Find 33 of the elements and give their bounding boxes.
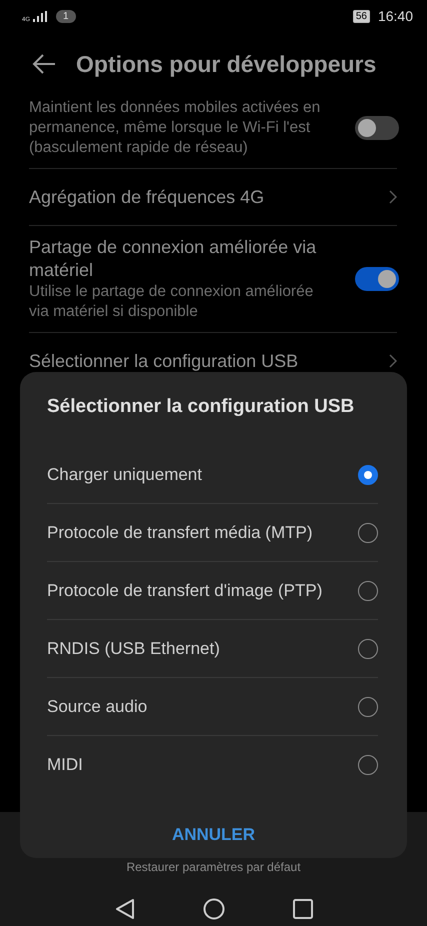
option-label[interactable]: RNDIS (USB Ethernet) bbox=[47, 638, 220, 660]
radio-button[interactable] bbox=[358, 464, 378, 484]
chevron-right-icon[interactable] bbox=[389, 190, 397, 204]
radio-button[interactable] bbox=[358, 638, 378, 658]
back-icon[interactable] bbox=[114, 898, 134, 920]
option-label[interactable]: Protocole de transfert d'image (PTP) bbox=[47, 580, 322, 602]
page-title: Options pour développeurs bbox=[76, 50, 376, 78]
signal-icon bbox=[33, 10, 48, 22]
option-label[interactable]: Protocole de transfert média (MTP) bbox=[47, 522, 312, 544]
notification-badge: 1 bbox=[56, 10, 76, 22]
toggle-switch[interactable] bbox=[355, 116, 399, 140]
dialog-title: Sélectionner la configuration USB bbox=[46, 396, 356, 418]
cancel-button[interactable]: ANNULER bbox=[156, 817, 272, 853]
radio-button[interactable] bbox=[358, 580, 378, 600]
option-label[interactable]: Charger uniquement bbox=[47, 464, 202, 486]
setting-title: Agrégation de fréquences 4G bbox=[29, 186, 266, 208]
battery-indicator: 56 bbox=[352, 10, 370, 22]
option-label[interactable]: MIDI bbox=[47, 754, 83, 776]
option-label[interactable]: Source audio bbox=[47, 696, 148, 718]
setting-title: Sélectionner la configuration USB bbox=[29, 350, 300, 372]
home-icon[interactable] bbox=[202, 898, 224, 920]
status-time: 16:40 bbox=[378, 8, 413, 24]
back-arrow-icon[interactable] bbox=[32, 54, 56, 74]
setting-description: Maintient les données mobiles activées en permanence, même lorsque le Wi-Fi l'est (basculement rapide de réseau) bbox=[29, 98, 322, 158]
radio-button[interactable] bbox=[358, 522, 378, 542]
chevron-right-icon[interactable] bbox=[389, 354, 397, 368]
toggle-switch[interactable] bbox=[355, 267, 399, 291]
radio-button[interactable] bbox=[358, 696, 378, 716]
recents-icon[interactable] bbox=[292, 899, 312, 919]
radio-button[interactable] bbox=[358, 754, 378, 774]
setting-description: Utilise le partage de connexion améliorée via matériel si disponible bbox=[29, 282, 314, 322]
restore-defaults-link[interactable]: Restaurer paramètres par défaut bbox=[126, 860, 301, 874]
setting-title: Partage de connexion améliorée via matériel bbox=[29, 236, 318, 282]
